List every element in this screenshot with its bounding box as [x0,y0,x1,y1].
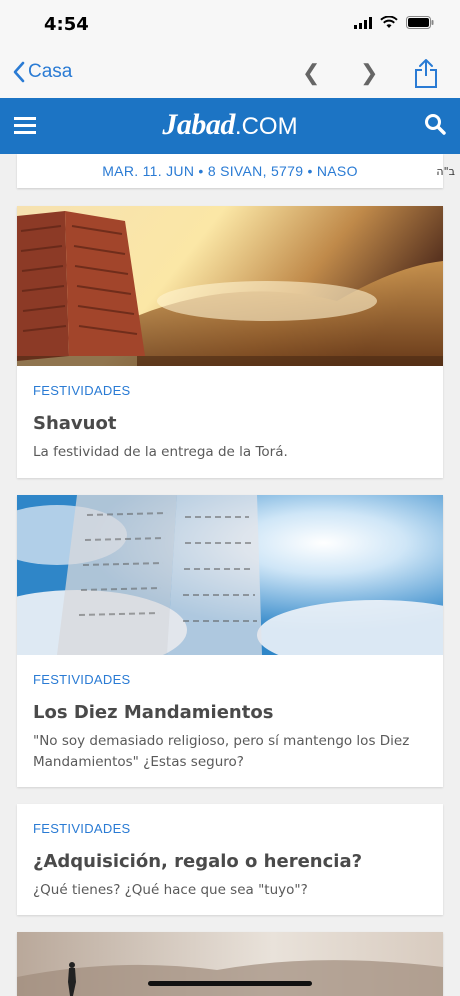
date-bar: MAR. 11. JUN • 8 SIVAN, 5779 • NASO [17,154,443,188]
chevron-left-icon [13,61,25,83]
status-bar: 4:54 [0,0,460,48]
card-description: "No soy demasiado religioso, pero sí man… [33,733,410,770]
card-title: ¿Adquisición, regalo o herencia? [33,851,363,872]
share-button[interactable] [414,58,438,93]
nav-bar: Casa ❮ ❯ [0,48,460,98]
article-card[interactable]: FESTIVIDADES Los Diez Mandamientos "No s… [17,495,443,787]
card-category: FESTIVIDADES [33,672,131,687]
logo-name: Jabad [162,108,235,141]
share-icon [415,59,437,88]
back-label: Casa [28,61,73,82]
article-card[interactable]: FESTIVIDADES Shavuot La festividad de la… [17,206,443,478]
next-button[interactable]: ❯ [360,60,378,86]
search-icon [425,114,446,135]
article-card[interactable]: FESTIVIDADES ¿Adquisición, regalo o here… [17,804,443,915]
logo-suffix: .COM [234,113,298,140]
wifi-icon [380,16,398,28]
status-time: 4:54 [44,14,89,35]
card-category: FESTIVIDADES [33,821,131,836]
card-image-tablets-sunset [17,206,443,366]
bh-mark: ב"ה [436,165,455,178]
signal-icon [354,16,372,29]
card-description: ¿Qué tienes? ¿Qué hace que sea "tuyo"? [33,882,308,898]
card-title: Shavuot [33,413,117,434]
site-logo[interactable]: Jabad.COM [0,108,460,142]
article-card[interactable] [17,932,443,996]
back-button[interactable]: Casa [12,60,72,84]
card-image-hiker-mountains [17,932,443,996]
card-category: FESTIVIDADES [33,383,131,398]
card-image-tablets-clouds [17,495,443,655]
home-indicator[interactable] [148,981,312,986]
site-header: Jabad.COM [0,98,460,154]
battery-icon [406,16,434,29]
card-title: Los Diez Mandamientos [33,702,274,723]
card-description: La festividad de la entrega de la Torá. [33,444,288,460]
search-button[interactable] [424,113,446,140]
previous-button[interactable]: ❮ [302,60,320,86]
status-icons [354,16,434,29]
